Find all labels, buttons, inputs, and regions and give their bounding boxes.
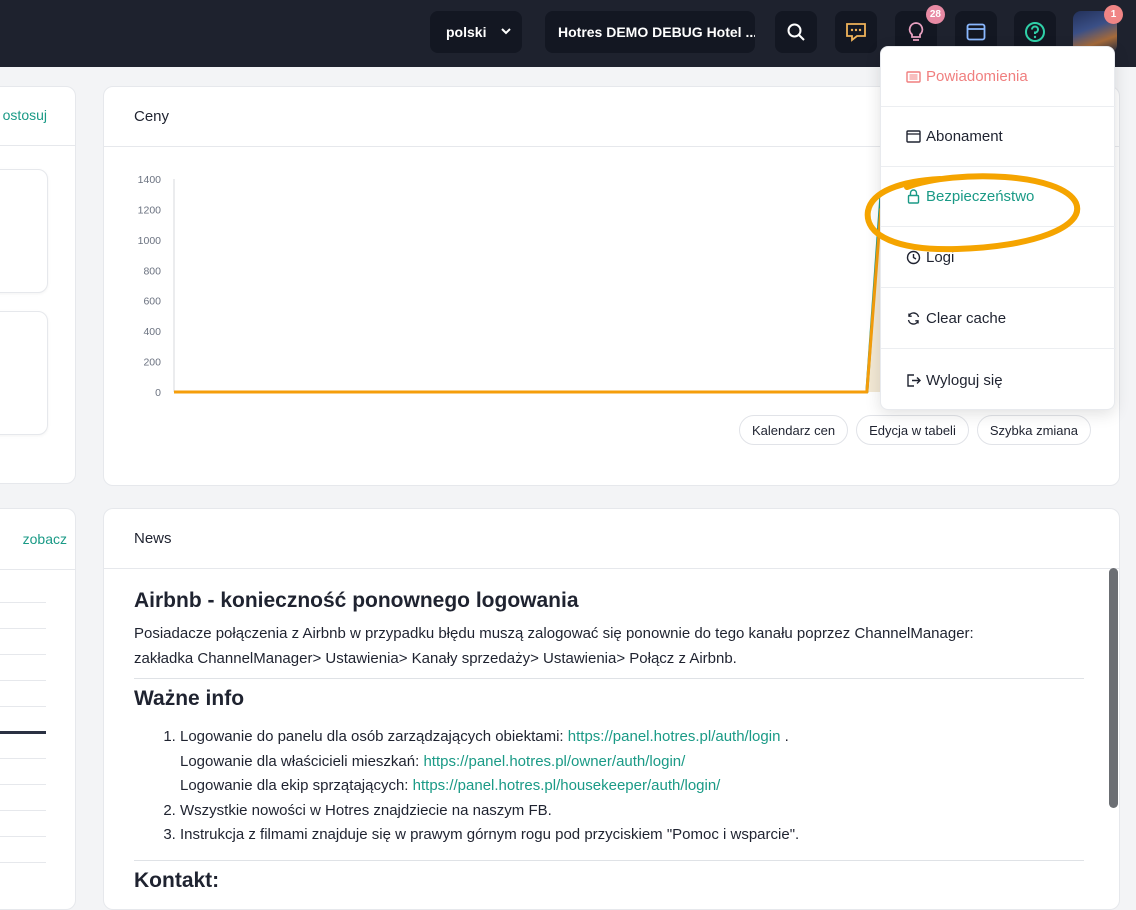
news-card-title: News	[134, 530, 172, 547]
quick-change-button[interactable]: Szybka zmiana	[976, 415, 1091, 445]
chart-buttons: Kalendarz cen Edycja w tabeli Szybka zmi…	[739, 415, 1091, 445]
window-icon	[966, 23, 986, 41]
list-divider	[0, 784, 46, 785]
divider	[0, 145, 75, 146]
list-item-text: Logowanie do panelu dla osób zarządzając…	[180, 728, 568, 745]
language-select[interactable]: polski	[430, 11, 522, 53]
menu-item-security[interactable]: Bezpieczeństwo	[881, 167, 1116, 227]
prices-card-title: Ceny	[134, 108, 170, 125]
article-text: zakładka ChannelManager> Ustawienia> Kan…	[134, 650, 737, 667]
news-content: Airbnb - konieczność ponownego logowania…	[134, 589, 1084, 901]
info-title: Ważne info	[134, 687, 245, 710]
owner-login-link[interactable]: https://panel.hotres.pl/owner/auth/login…	[423, 753, 685, 770]
menu-item-logs[interactable]: Logi	[881, 228, 1116, 288]
y-tick-label: 1200	[138, 204, 162, 216]
notifications-icon	[905, 69, 921, 85]
list-divider	[0, 680, 46, 681]
list-divider	[0, 654, 46, 655]
article-text: Posiadacze połączenia z Airbnb w przypad…	[134, 625, 974, 642]
refresh-icon	[905, 311, 921, 327]
menu-item-label: Powiadomienia	[926, 68, 1028, 85]
menu-item-label: Abonament	[926, 128, 1003, 145]
menu-item-logout[interactable]: Wyloguj się	[881, 350, 1116, 410]
menu-item-label: Wyloguj się	[926, 371, 1003, 389]
list-item: Instrukcja z filmami znajduje się w praw…	[180, 823, 1084, 848]
list-sub-item: Logowanie dla ekip sprzątających: https:…	[180, 774, 1084, 799]
search-button[interactable]	[775, 11, 817, 53]
clock-icon	[905, 250, 921, 266]
y-tick-label: 400	[143, 326, 161, 338]
info-list: Logowanie do panelu dla osób zarządzając…	[180, 725, 1084, 848]
menu-item-clear-cache[interactable]: Clear cache	[881, 289, 1116, 349]
news-scrollbar[interactable]	[1109, 568, 1118, 808]
lock-icon	[905, 189, 921, 205]
y-tick-label: 0	[155, 387, 161, 399]
divider	[134, 859, 1084, 861]
news-card: News Airbnb - konieczność ponownego logo…	[103, 508, 1120, 910]
contact-title: Kontakt:	[134, 868, 220, 892]
list-item-text: Logowanie dla właścicieli mieszkań:	[180, 752, 424, 770]
left-top-card: ostosuj	[0, 86, 76, 484]
logout-icon	[905, 372, 921, 388]
menu-item-notifications[interactable]: Powiadomienia	[881, 47, 1116, 107]
menu-item-label: Logi	[926, 249, 955, 266]
active-row-indicator	[0, 731, 46, 734]
left-widget-box	[0, 311, 48, 435]
left-widget-box	[0, 169, 48, 293]
help-icon	[1025, 22, 1045, 42]
list-divider	[0, 810, 46, 811]
lightbulb-icon	[908, 22, 924, 41]
price-calendar-button[interactable]: Kalendarz cen	[739, 415, 849, 445]
messages-button[interactable]	[835, 11, 877, 53]
y-tick-label: 1000	[138, 235, 162, 247]
list-item-text: .	[780, 728, 789, 745]
y-tick-label: 600	[143, 296, 161, 308]
article-title: Airbnb - konieczność ponownego logowania	[134, 589, 579, 612]
customize-link[interactable]: ostosuj	[3, 107, 47, 123]
left-bottom-card: zobacz	[0, 508, 76, 910]
subscription-icon	[905, 129, 921, 145]
y-tick-label: 200	[143, 357, 161, 369]
language-label: polski	[446, 24, 487, 40]
housekeeper-login-link[interactable]: https://panel.hotres.pl/housekeeper/auth…	[413, 777, 721, 794]
table-edit-button[interactable]: Edycja w tabeli	[856, 415, 969, 445]
chat-icon	[846, 23, 866, 42]
y-tick-label: 800	[143, 265, 161, 277]
news-card-header: News	[104, 509, 1119, 569]
hotel-name: Hotres DEMO DEBUG Hotel ...	[558, 24, 755, 40]
list-divider	[0, 862, 46, 863]
menu-item-label: Bezpieczeństwo	[926, 188, 1035, 205]
list-divider	[0, 602, 46, 603]
panel-login-link[interactable]: https://panel.hotres.pl/auth/login	[568, 728, 781, 745]
divider	[0, 569, 75, 570]
chevron-down-icon	[501, 28, 511, 35]
list-divider	[0, 706, 46, 707]
see-more-link[interactable]: zobacz	[23, 531, 67, 547]
menu-item-label: Clear cache	[926, 310, 1007, 327]
avatar-badge: 1	[1104, 5, 1123, 24]
tips-badge: 28	[925, 5, 945, 24]
list-divider	[0, 836, 46, 837]
search-icon	[787, 23, 805, 41]
list-item: Wszystkie nowości w Hotres znajdziecie n…	[180, 799, 1084, 824]
user-menu-dropdown: Powiadomienia Abonament Bezpieczeństwo L…	[880, 46, 1116, 410]
hotel-selector[interactable]: Hotres DEMO DEBUG Hotel ...	[545, 11, 755, 53]
y-tick-label: 1400	[138, 174, 162, 186]
divider	[134, 678, 1084, 679]
list-sub-item: Logowanie dla właścicieli mieszkań: http…	[180, 750, 1084, 775]
list-divider	[0, 758, 46, 759]
list-item-text: Logowanie dla ekip sprzątających:	[180, 777, 413, 794]
list-item: Logowanie do panelu dla osób zarządzając…	[180, 725, 1084, 799]
list-divider	[0, 628, 46, 629]
menu-item-subscription[interactable]: Abonament	[881, 107, 1116, 167]
